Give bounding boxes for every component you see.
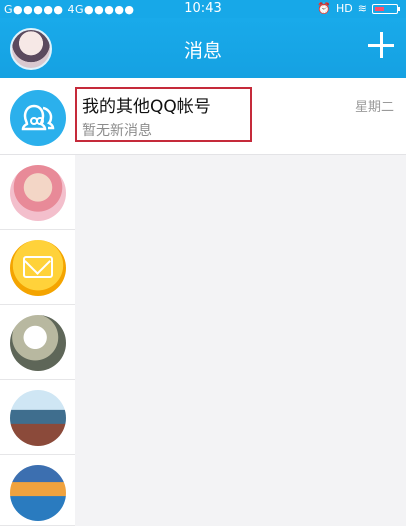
status-bar: G●●●●● 4G●●●●● 10:43 ⏰ HD ≋	[0, 0, 406, 18]
avatar	[10, 165, 66, 221]
list-item[interactable]	[0, 305, 75, 380]
mail-icon	[10, 240, 66, 296]
hd-label: HD	[336, 2, 353, 15]
status-right: ⏰ HD ≋	[317, 2, 400, 15]
list-item[interactable]	[0, 155, 75, 230]
conversation-row[interactable]: 我的其他QQ帐号 暂无新消息 星期二	[0, 78, 406, 155]
wifi-icon: ≋	[357, 2, 367, 15]
list-item[interactable]	[0, 380, 75, 455]
battery-icon	[372, 3, 400, 14]
avatar	[10, 465, 66, 521]
conversation-preview: 暂无新消息	[82, 123, 152, 139]
conversation-time: 星期二	[354, 100, 394, 115]
page-title: 消息	[183, 40, 222, 62]
alarm-icon: ⏰	[317, 2, 332, 15]
qq-accounts-icon	[10, 90, 66, 146]
list-item[interactable]	[0, 455, 75, 526]
top-bar: 消息	[0, 18, 406, 78]
list-item[interactable]	[0, 230, 75, 305]
plus-icon[interactable]	[368, 32, 394, 58]
avatar	[10, 390, 66, 446]
conversation-name: 我的其他QQ帐号	[82, 97, 211, 117]
avatar	[10, 315, 66, 371]
